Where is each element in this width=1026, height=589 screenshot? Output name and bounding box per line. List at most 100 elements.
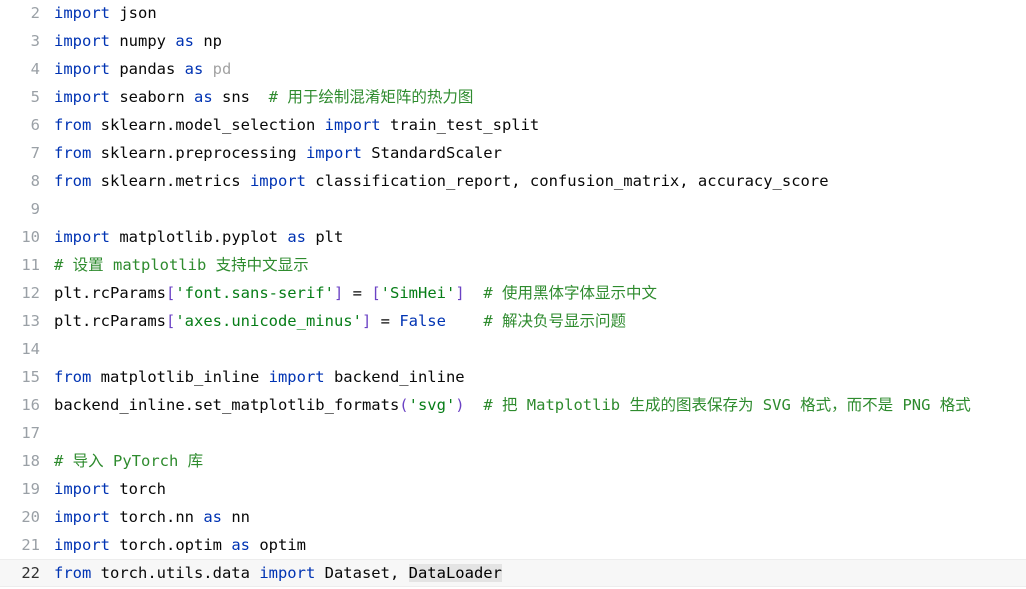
line-number: 7	[30, 144, 40, 162]
code-keyword: from	[54, 144, 92, 162]
code-keyword: as	[175, 32, 194, 50]
code-text[interactable]: # 设置 matplotlib 支持中文显示	[54, 251, 309, 279]
line-number: 12	[21, 284, 40, 302]
code-string: 'SimHei'	[380, 284, 456, 302]
line-number: 20	[21, 508, 40, 526]
code-keyword: from	[54, 368, 92, 386]
code-text[interactable]: from sklearn.model_selection import trai…	[54, 111, 539, 139]
code-line[interactable]: 2 import json	[0, 0, 1026, 27]
code-keyword: import	[54, 536, 110, 554]
code-line[interactable]: 16 backend_inline.set_matplotlib_formats(…	[0, 391, 1026, 419]
code-keyword: import	[54, 480, 110, 498]
code-editor[interactable]: 2 import json 3 import numpy as np 4 import p…	[0, 0, 1026, 589]
code-line[interactable]: 8 from sklearn.metrics import classificat…	[0, 167, 1026, 195]
code-token: plt.rcParams	[54, 284, 166, 302]
code-line[interactable]: 22 from torch.utils.data import Dataset, …	[0, 559, 1026, 587]
line-number: 19	[21, 480, 40, 498]
code-line[interactable]: 19 import torch	[0, 475, 1026, 503]
code-token: seaborn	[110, 88, 194, 106]
line-number: 22	[21, 564, 40, 582]
code-keyword: import	[268, 368, 325, 386]
code-keyword: import	[54, 228, 110, 246]
code-token: [	[165, 284, 176, 302]
code-keyword: as	[203, 508, 222, 526]
code-keyword: from	[54, 564, 92, 582]
code-text[interactable]: import torch	[54, 475, 166, 503]
code-keyword: import	[54, 60, 110, 78]
code-text[interactable]: import torch.optim as optim	[54, 531, 306, 559]
code-text[interactable]: from matplotlib_inline import backend_in…	[54, 363, 465, 391]
code-token: plt.rcParams	[54, 312, 166, 330]
line-number: 17	[21, 424, 40, 442]
code-text[interactable]: import json	[54, 0, 157, 27]
code-keyword: False	[399, 312, 446, 330]
code-token: sns	[212, 88, 269, 106]
code-token: plt	[305, 228, 344, 246]
code-text[interactable]: # 导入 PyTorch 库	[54, 447, 203, 475]
code-text[interactable]: import matplotlib.pyplot as plt	[54, 223, 343, 251]
code-line[interactable]: 15 from matplotlib_inline import backend_…	[0, 363, 1026, 391]
code-line[interactable]: 10 import matplotlib.pyplot as plt	[0, 223, 1026, 251]
code-line[interactable]: 5 import seaborn as sns # 用于绘制混淆矩阵的热力图	[0, 83, 1026, 111]
code-line[interactable]: 20 import torch.nn as nn	[0, 503, 1026, 531]
code-text[interactable]: from torch.utils.data import Dataset, Da…	[54, 560, 502, 586]
code-token: Dataset,	[315, 564, 409, 582]
code-line[interactable]: 7 from sklearn.preprocessing import Stand…	[0, 139, 1026, 167]
code-text[interactable]: import seaborn as sns # 用于绘制混淆矩阵的热力图	[54, 83, 473, 111]
code-token: ]	[333, 284, 344, 302]
code-token: [	[165, 312, 176, 330]
code-token: torch.nn	[110, 508, 204, 526]
code-text[interactable]: import torch.nn as nn	[54, 503, 250, 531]
code-token: matplotlib_inline	[91, 368, 269, 386]
code-text[interactable]: backend_inline.set_matplotlib_formats('s…	[54, 391, 971, 419]
line-number: 2	[30, 4, 40, 22]
code-line[interactable]: 21 import torch.optim as optim	[0, 531, 1026, 559]
code-token: nn	[222, 508, 250, 526]
code-line[interactable]: 6 from sklearn.model_selection import tra…	[0, 111, 1026, 139]
line-number: 15	[21, 368, 40, 386]
code-line[interactable]: 11 # 设置 matplotlib 支持中文显示	[0, 251, 1026, 279]
code-token: numpy	[110, 32, 176, 50]
code-token: =	[371, 312, 400, 330]
code-string: 'font.sans-serif'	[175, 284, 334, 302]
code-line[interactable]: 17	[0, 419, 1026, 447]
code-token: ]	[361, 312, 372, 330]
code-text[interactable]: import numpy as np	[54, 27, 222, 55]
code-comment: # 用于绘制混淆矩阵的热力图	[268, 88, 474, 106]
code-token: torch	[110, 480, 166, 498]
code-token: DataLoader	[408, 564, 502, 582]
code-comment: # 设置 matplotlib 支持中文显示	[54, 256, 309, 274]
code-line[interactable]: 13 plt.rcParams['axes.unicode_minus'] = F…	[0, 307, 1026, 335]
code-keyword: import	[54, 88, 110, 106]
code-line[interactable]: 4 import pandas as pd	[0, 55, 1026, 83]
code-text[interactable]: from sklearn.metrics import classificati…	[54, 167, 829, 195]
code-line[interactable]: 3 import numpy as np	[0, 27, 1026, 55]
code-keyword: import	[54, 508, 110, 526]
code-line[interactable]: 9	[0, 195, 1026, 223]
code-line[interactable]: 18 # 导入 PyTorch 库	[0, 447, 1026, 475]
code-text[interactable]: plt.rcParams['axes.unicode_minus'] = Fal…	[54, 307, 626, 335]
code-keyword: import	[54, 4, 110, 22]
line-number: 5	[30, 88, 40, 106]
line-number: 6	[30, 116, 40, 134]
code-text[interactable]: import pandas as pd	[54, 55, 231, 83]
line-number: 11	[21, 256, 40, 274]
code-text[interactable]: plt.rcParams['font.sans-serif'] = ['SimH…	[54, 279, 657, 307]
code-text[interactable]: from sklearn.preprocessing import Standa…	[54, 139, 502, 167]
code-token: ]	[455, 284, 465, 302]
code-comment: # 把 Matplotlib 生成的图表保存为 SVG 格式，而不是 PNG 格…	[483, 396, 971, 414]
line-number: 16	[21, 396, 40, 414]
code-token: np	[194, 32, 222, 50]
code-keyword: import	[259, 564, 316, 582]
code-token: =	[343, 284, 372, 302]
line-number: 3	[30, 32, 40, 50]
code-comment: # 使用黑体字体显示中文	[483, 284, 657, 302]
code-token: backend_inline.set_matplotlib_formats	[54, 396, 400, 414]
line-number: 9	[30, 200, 40, 218]
code-comment: # 解决负号显示问题	[483, 312, 626, 330]
code-line[interactable]: 12 plt.rcParams['font.sans-serif'] = ['Si…	[0, 279, 1026, 307]
code-line[interactable]: 14	[0, 335, 1026, 363]
